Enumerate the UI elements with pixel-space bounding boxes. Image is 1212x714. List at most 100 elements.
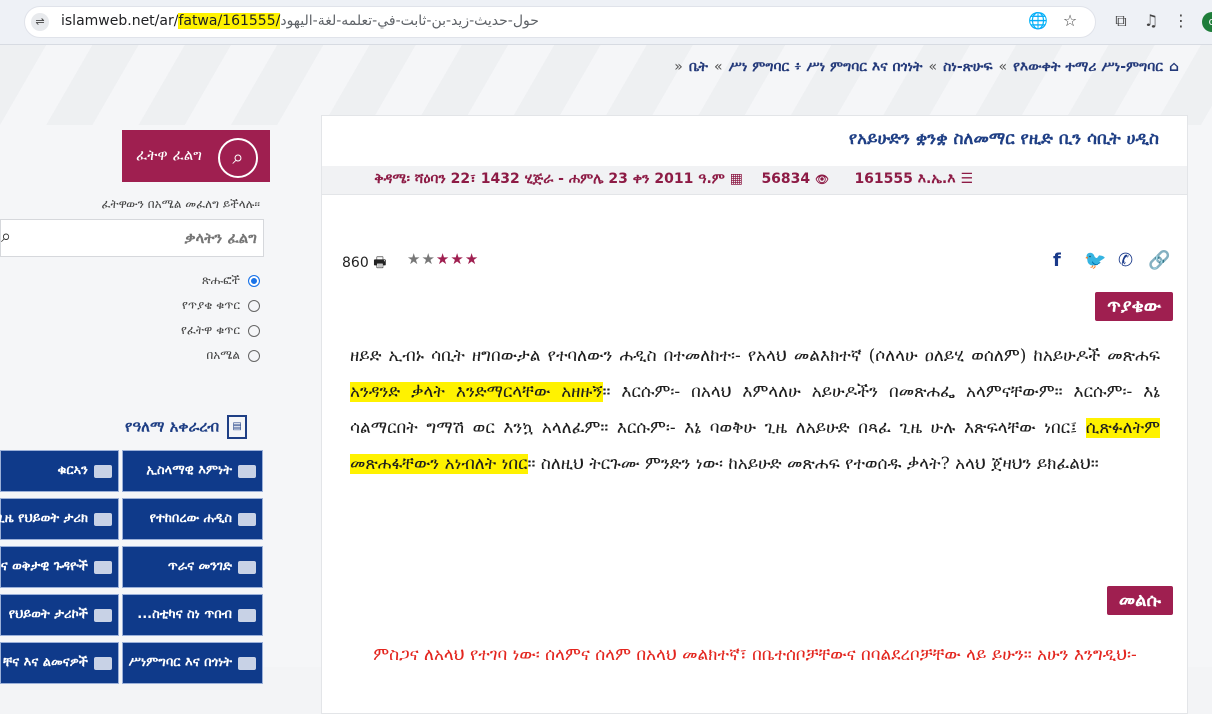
radio-dot[interactable] bbox=[248, 299, 260, 312]
category-path-button[interactable]: ጥራና መንገድ bbox=[122, 546, 263, 588]
radio-by-email[interactable]: በአሜል bbox=[206, 348, 260, 363]
folder-icon bbox=[94, 657, 112, 670]
media-icon[interactable]: ♫ bbox=[1140, 10, 1162, 32]
category-ethics-button[interactable]: ሥነምግባር እና በጎነት bbox=[122, 642, 263, 684]
category-quran-button[interactable]: ቁርኣን bbox=[0, 450, 119, 492]
page-body: ⌂ ቤት « ሥነ ምግባር ፥ ሥነ ምግባር እና በጎነት « ስነ-ጽሁፍ « የእው… bbox=[0, 45, 1212, 714]
radio-label: የጥያቄ ቁጥር bbox=[181, 298, 240, 312]
breadcrumb-item-home[interactable]: ቤት bbox=[689, 59, 708, 75]
category-supplications-button[interactable]: ቸና እና ልመናዎች bbox=[0, 642, 119, 684]
folder-icon bbox=[94, 513, 112, 526]
star-icon[interactable]: ★ bbox=[407, 250, 421, 268]
menu-icon[interactable]: ⋮ bbox=[1170, 10, 1192, 32]
category-aesthetics-button[interactable]: ...ስቲካና ስነ ጥበብ bbox=[122, 594, 263, 636]
question-segment: ዘይድ ኢብኑ ሳቢት ዘግበውታል የተባለውን ሐዲስ በተመለከተ፡- የ… bbox=[350, 346, 1160, 366]
star-icon[interactable]: ★ bbox=[421, 250, 435, 268]
folder-icon bbox=[94, 561, 112, 574]
views-text: 56834 bbox=[761, 171, 811, 187]
category-label: ና ወቅታዊ ጉዳዮች bbox=[0, 559, 88, 574]
bookmark-star-icon[interactable]: ☆ bbox=[1059, 10, 1081, 32]
list-icon: ☰ bbox=[960, 171, 973, 187]
breadcrumb-item-student-ethics[interactable]: የእውቀት ተማሪ ሥነ-ምግባር bbox=[1013, 59, 1163, 75]
print-count-text: 860 bbox=[342, 255, 369, 271]
calendar-icon: ▤ bbox=[227, 415, 248, 439]
url-prefix: islamweb.net/ar/ bbox=[61, 13, 179, 29]
calendar-icon: ▦ bbox=[729, 171, 743, 187]
publish-date: ቅዳሜ፡ ሻዕባን 22፣ 1432 ሂጅራ - ሐምሌ 23 ቀን 2011 … bbox=[374, 171, 743, 187]
url-highlight: fatwa/161555/ bbox=[178, 13, 281, 29]
whatsapp-icon[interactable]: ✆ bbox=[1118, 250, 1133, 271]
radio-dot[interactable] bbox=[248, 349, 260, 362]
radio-label: ጽሑፎች bbox=[201, 273, 240, 287]
star-icon[interactable]: ★ bbox=[436, 250, 450, 268]
category-label: ...ስቲካና ስነ ጥበብ bbox=[137, 607, 232, 622]
question-label: ጥያቄው bbox=[1095, 292, 1173, 321]
search-note: ፈትዋውን በአሜል መፈለግ ይችላሉ፡፡ bbox=[101, 197, 260, 211]
breadcrumb: ⌂ ቤት « ሥነ ምግባር ፥ ሥነ ምግባር እና በጎነት « ስነ-ጽሁፍ « የእው… bbox=[671, 59, 1182, 75]
translate-icon[interactable]: 🌐 bbox=[1027, 10, 1049, 32]
meta-bar: ቅዳሜ፡ ሻዕባን 22፣ 1432 ሂጅራ - ሐምሌ 23 ቀን 2011 … bbox=[322, 166, 1187, 195]
category-biographies-button[interactable]: የህይወት ታሪኮች bbox=[0, 594, 119, 636]
category-creed-button[interactable]: ኢስላማዊ እምነት bbox=[122, 450, 263, 492]
breadcrumb-separator: « bbox=[713, 59, 723, 75]
browser-toolbar: ⇌ islamweb.net/ar/fatwa/161555/حول-حديث-… bbox=[0, 0, 1212, 45]
breadcrumb-item-ethics[interactable]: ሥነ ምግባር ፥ ሥነ ምግባር እና በጎነት bbox=[729, 59, 923, 75]
extensions-icon[interactable]: ⧉ bbox=[1110, 10, 1132, 32]
calendar-link[interactable]: የዓለማ አቀራረብ ▤ bbox=[125, 415, 248, 439]
title-bar: የአይሁድን ቋንቋ ስለመማር የዚድ ቢን ሳቢት ሀዲስ bbox=[322, 116, 1187, 167]
date-text: ቅዳሜ፡ ሻዕባን 22፣ 1432 ሂጅራ - ሐምሌ 23 ቀን 2011 … bbox=[374, 171, 725, 187]
radio-fatwa-number[interactable]: የፈትዋ ቁጥር bbox=[181, 323, 260, 338]
category-current-affairs-button[interactable]: ና ወቅታዊ ጉዳዮች bbox=[0, 546, 119, 588]
star-icon[interactable]: ★ bbox=[450, 250, 464, 268]
site-info-icon[interactable]: ⇌ bbox=[31, 13, 49, 31]
search-box: ⌕ bbox=[0, 219, 264, 257]
search-input[interactable] bbox=[25, 224, 259, 252]
category-label: ቸና እና ልመናዎች bbox=[3, 655, 88, 670]
calendar-link-label: የዓለማ አቀራረብ bbox=[125, 417, 220, 436]
profile-avatar[interactable]: d bbox=[1202, 12, 1212, 32]
fatwa-number: 161555 እ.ኤ.እ ☰ bbox=[854, 171, 973, 187]
answer-text: ምስጋና ለአላህ የተገባ ነው፡ ሰላምና ሰላም በአላህ መልክተኛ፣ … bbox=[373, 645, 1137, 665]
radio-label: በአሜል bbox=[206, 348, 240, 362]
print-icon[interactable]: 🖶 bbox=[373, 255, 386, 271]
print-count[interactable]: 860 🖶 bbox=[342, 252, 386, 276]
url-text[interactable]: islamweb.net/ar/fatwa/161555/حول-حديث-زي… bbox=[61, 13, 539, 29]
facebook-icon[interactable]: f bbox=[1053, 250, 1061, 271]
folder-icon bbox=[238, 513, 256, 526]
radio-dot-selected[interactable] bbox=[248, 274, 260, 287]
question-text: ዘይድ ኢብኑ ሳቢት ዘግበውታል የተባለውን ሐዲስ በተመለከተ፡- የ… bbox=[350, 338, 1160, 482]
search-icon[interactable]: ⌕ bbox=[1, 226, 11, 247]
category-label: ጊዜ የህይወት ታሪክ bbox=[0, 511, 88, 526]
folder-icon bbox=[238, 657, 256, 670]
radio-label: የፈትዋ ቁጥር bbox=[181, 323, 240, 337]
breadcrumb-separator: « bbox=[674, 59, 683, 75]
question-segment: ። ስለዚህ ትርጉሙ ምንድን ነው፡ ከአይሁድ መጽሐፍ የተወሰዱ ቃላ… bbox=[527, 454, 1099, 474]
folder-icon bbox=[238, 561, 256, 574]
radio-question-number[interactable]: የጥያቄ ቁጥር bbox=[182, 298, 260, 313]
link-icon[interactable]: 🔗 bbox=[1148, 250, 1170, 271]
rating-stars[interactable]: ★★★★★ bbox=[407, 250, 479, 268]
twitter-icon[interactable]: 🐦 bbox=[1084, 250, 1106, 271]
url-slug: حول-حديث-زيد-بن-ثابت-في-تعلمه-لغة-اليهود bbox=[280, 13, 539, 29]
category-hadith-button[interactable]: የተከበረው ሐዲስ bbox=[122, 498, 263, 540]
folder-icon bbox=[94, 609, 112, 622]
breadcrumb-separator: « bbox=[998, 59, 1008, 75]
fatwa-panel: የአይሁድን ቋንቋ ስለመማር የዚድ ቢን ሳቢት ሀዲስ ቅዳሜ፡ ሻዕባ… bbox=[321, 115, 1188, 714]
fatwa-number-text: 161555 እ.ኤ.እ bbox=[854, 171, 956, 187]
folder-icon bbox=[238, 465, 256, 478]
views-count: 56834 👁 bbox=[761, 171, 829, 187]
folder-icon bbox=[238, 609, 256, 622]
star-icon[interactable]: ★ bbox=[465, 250, 479, 268]
address-bar[interactable]: ⇌ islamweb.net/ar/fatwa/161555/حول-حديث-… bbox=[24, 6, 1096, 38]
radio-articles[interactable]: ጽሑፎች bbox=[202, 273, 260, 288]
radio-dot[interactable] bbox=[248, 324, 260, 337]
answer-label: መልሱ bbox=[1106, 586, 1173, 615]
category-label: ሥነምግባር እና በጎነት bbox=[128, 655, 232, 670]
eye-icon: 👁 bbox=[815, 173, 829, 186]
breadcrumb-separator: « bbox=[928, 59, 938, 75]
page-title: የአይሁድን ቋንቋ ስለመማር የዚድ ቢን ሳቢት ሀዲስ bbox=[848, 129, 1159, 149]
home-icon[interactable]: ⌂ bbox=[1169, 59, 1179, 75]
breadcrumb-item-literature[interactable]: ስነ-ጽሁፍ bbox=[943, 59, 992, 75]
fatwa-search-button[interactable]: ፈትዋ ፈልግ ⌕ bbox=[122, 130, 270, 182]
category-biography-button[interactable]: ጊዜ የህይወት ታሪክ bbox=[0, 498, 119, 540]
